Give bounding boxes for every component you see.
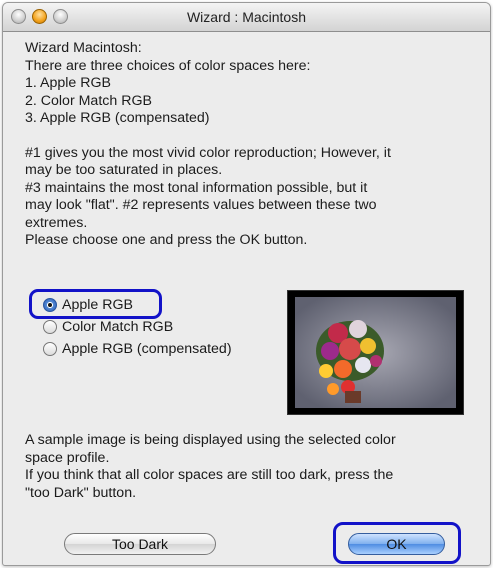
note-line: space profile. (25, 449, 110, 466)
apple-rgb-callout-highlight (29, 289, 162, 319)
intro-line: 2. Color Match RGB (25, 92, 152, 109)
flower-bouquet-image (295, 297, 456, 408)
radio-unselected-icon[interactable] (43, 320, 57, 334)
radio-label: Apple RGB (compensated) (62, 341, 232, 357)
sample-preview-image (287, 290, 464, 415)
description-line: may be too saturated in places. (25, 162, 223, 178)
description-line: #3 maintains the most tonal information … (25, 179, 368, 196)
note-line: If you think that all color spaces are s… (25, 467, 394, 483)
radio-option-color-match-rgb[interactable]: Color Match RGB (43, 316, 232, 338)
radio-option-apple-rgb-compensated[interactable]: Apple RGB (compensated) (43, 338, 232, 360)
radio-unselected-icon[interactable] (43, 342, 57, 356)
instructions: Wizard Macintosh: There are three choice… (25, 40, 485, 250)
description-line: #1 gives you the most vivid color reprod… (25, 144, 391, 161)
title-bar[interactable]: Wizard : Macintosh (3, 3, 490, 32)
too-dark-button[interactable]: Too Dark (64, 533, 216, 555)
sample-note: A sample image is being displayed using … (25, 432, 490, 502)
note-line: "too Dark" button. (25, 484, 137, 501)
intro-line: There are three choices of color spaces … (25, 57, 311, 74)
window-title: Wizard : Macintosh (186, 9, 307, 25)
intro-line: Wizard Macintosh: (25, 40, 142, 56)
ok-button-callout-highlight (333, 522, 461, 564)
intro-line: 1. Apple RGB (25, 75, 111, 91)
radio-label: Color Match RGB (62, 319, 174, 335)
description-line: extremes. (25, 214, 88, 231)
wizard-window: Wizard : Macintosh Wizard Macintosh: The… (2, 2, 491, 566)
description-line: may look "flat". #2 represents values be… (25, 197, 377, 213)
note-line: A sample image is being displayed using … (25, 432, 396, 448)
intro-line: 3. Apple RGB (compensated) (25, 110, 210, 126)
description-line: Please choose one and press the OK butto… (25, 232, 308, 248)
